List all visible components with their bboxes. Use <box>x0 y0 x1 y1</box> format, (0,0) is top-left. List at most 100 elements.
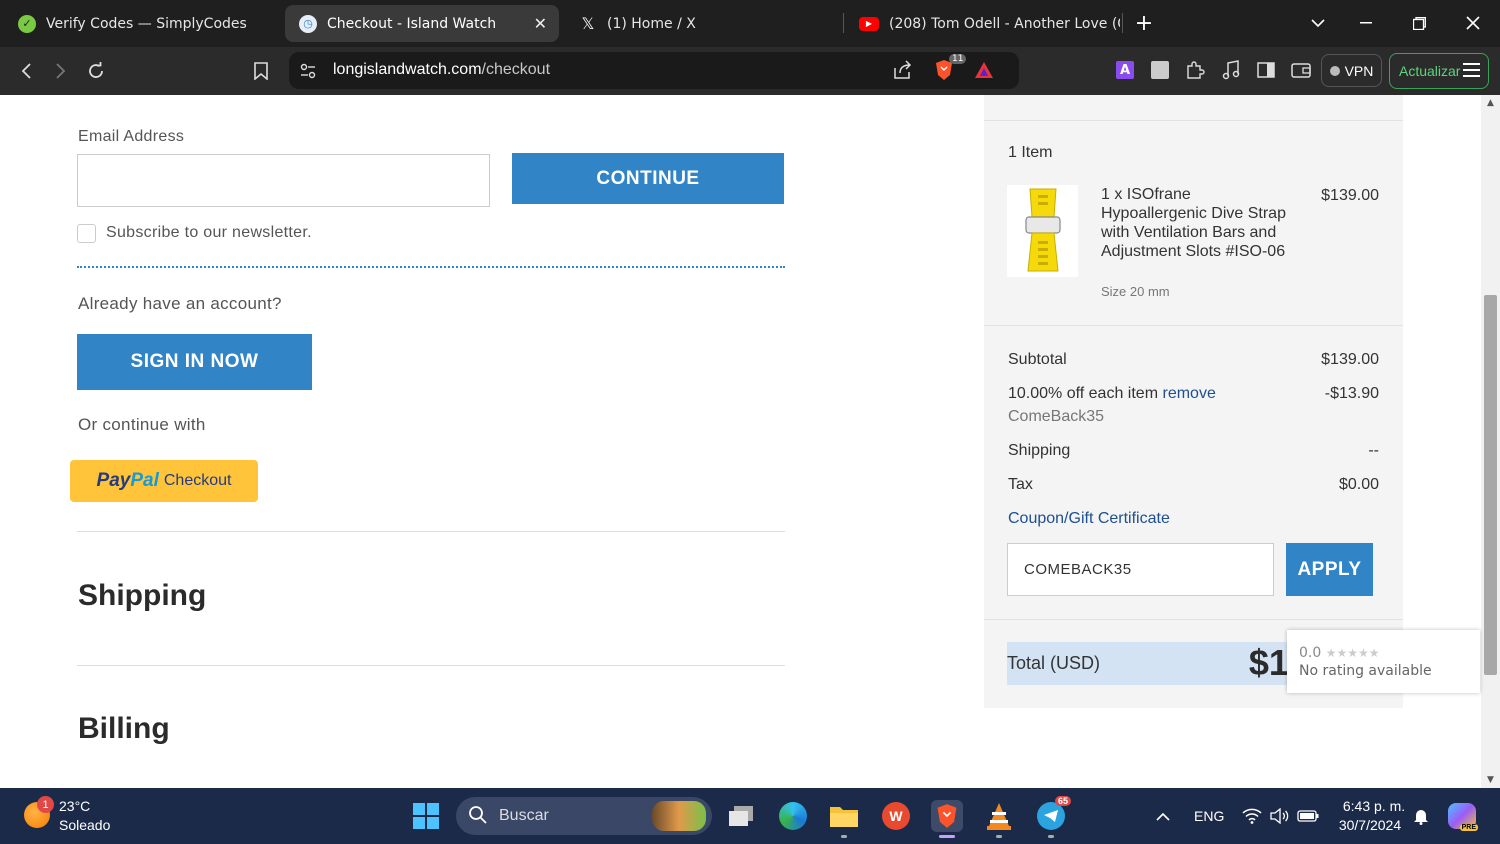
taskbar-search[interactable]: Buscar <box>456 797 712 835</box>
active-indicator <box>939 835 955 838</box>
tab-title: Checkout - Island Watch <box>327 15 497 32</box>
coupon-toggle-link[interactable]: Coupon/Gift Certificate <box>1008 510 1170 528</box>
copilot-icon[interactable]: PRE <box>1446 800 1478 832</box>
tab-title: Verify Codes — SimplyCodes <box>46 15 247 32</box>
tab-simplycodes[interactable]: ✓ Verify Codes — SimplyCodes <box>4 5 279 42</box>
bookmark-icon[interactable] <box>247 57 275 85</box>
notification-bell-icon[interactable] <box>1405 800 1437 832</box>
tab-x-home[interactable]: 𝕏 (1) Home / X <box>565 5 840 42</box>
share-icon[interactable] <box>891 59 913 81</box>
product-size: Size 20 mm <box>1101 284 1170 299</box>
address-bar[interactable]: longislandwatch.com/checkout 11 <box>289 52 1019 89</box>
media-music-icon[interactable] <box>1220 59 1242 81</box>
shipping-label: Shipping <box>1008 442 1071 459</box>
divider <box>77 531 785 532</box>
scroll-up-icon[interactable]: ▲ <box>1481 95 1500 111</box>
browser-toolbar: longislandwatch.com/checkout 11 A VPN Ac… <box>0 47 1500 95</box>
shipping-heading[interactable]: Shipping <box>78 579 206 613</box>
tab-search-icon[interactable] <box>1304 10 1332 36</box>
windows-start-icon[interactable] <box>410 800 442 832</box>
section-divider <box>77 266 785 268</box>
tab-youtube[interactable]: ▶ (208) Tom Odell - Another Love (Offi <box>845 5 1120 42</box>
remove-discount-link[interactable]: remove <box>1162 385 1215 402</box>
paypal-checkout-button[interactable]: Pay Pal Checkout <box>70 460 258 502</box>
search-placeholder: Buscar <box>499 807 549 824</box>
running-indicator <box>996 835 1002 838</box>
sign-in-button[interactable]: SIGN IN NOW <box>77 334 312 390</box>
item-count: 1 Item <box>1008 144 1053 161</box>
discount-code: ComeBack35 <box>1008 408 1105 425</box>
summary-divider <box>984 120 1403 121</box>
clock-time[interactable]: 6:43 p. m. <box>1339 798 1409 814</box>
vpn-button[interactable]: VPN <box>1321 54 1382 87</box>
task-view-icon[interactable] <box>725 800 757 832</box>
telegram-icon[interactable]: 65 <box>1035 796 1071 838</box>
language-indicator[interactable]: ENG <box>1194 808 1224 824</box>
running-indicator <box>841 835 847 838</box>
brave-shields-count: 11 <box>949 54 967 64</box>
rating-text: No rating available <box>1299 663 1432 679</box>
back-icon[interactable] <box>12 57 40 85</box>
rating-score: 0.0 <box>1299 645 1322 661</box>
restore-icon[interactable] <box>1405 10 1433 36</box>
sidebar-icon[interactable] <box>1255 59 1277 81</box>
subtotal-value: $139.00 <box>1321 351 1379 368</box>
minimize-icon[interactable] <box>1352 10 1380 36</box>
update-label: Actualizar <box>1399 63 1461 79</box>
tax-value: $0.00 <box>1338 476 1379 493</box>
new-tab-button[interactable]: + <box>1130 10 1158 36</box>
extensions-puzzle-icon[interactable] <box>1184 59 1206 81</box>
brave-rewards-icon[interactable] <box>973 59 995 81</box>
edge-browser-icon[interactable] <box>777 800 809 832</box>
scroll-down-icon[interactable]: ▼ <box>1481 772 1500 788</box>
rating-widget[interactable]: 0.0 ★★★★★ No rating available <box>1287 630 1480 693</box>
url-text[interactable]: longislandwatch.com/checkout <box>333 61 550 79</box>
extension-a-icon[interactable]: A <box>1114 59 1136 81</box>
billing-heading[interactable]: Billing <box>78 712 170 746</box>
office-app-icon[interactable]: W <box>880 800 912 832</box>
email-label: Email Address <box>78 128 185 145</box>
weather-condition: Soleado <box>59 817 111 833</box>
clock-date[interactable]: 30/7/2024 <box>1335 817 1405 833</box>
youtube-icon: ▶ <box>859 16 879 31</box>
checkout-page: Email Address CONTINUE Subscribe to our … <box>0 95 1481 788</box>
forward-icon[interactable] <box>47 57 75 85</box>
reload-icon[interactable] <box>82 57 110 85</box>
tax-label: Tax <box>1008 476 1033 493</box>
weather-badge: 1 <box>37 796 54 813</box>
search-highlight-image <box>652 801 706 831</box>
scroll-thumb[interactable] <box>1484 295 1497 675</box>
show-hidden-icons[interactable] <box>1147 800 1179 832</box>
email-field[interactable] <box>77 154 490 207</box>
brave-browser-icon[interactable] <box>931 800 963 838</box>
coupon-field[interactable] <box>1007 543 1274 596</box>
rating-stars-icon: ★★★★★ <box>1325 646 1380 660</box>
windows-taskbar: 1 23°C Soleado Buscar W 65 ENG 6:43 p. m… <box>0 788 1500 844</box>
total-label: Total (USD) <box>1007 653 1101 673</box>
vpn-status-icon <box>1329 65 1340 76</box>
newsletter-checkbox[interactable] <box>77 224 96 243</box>
file-explorer-icon[interactable] <box>828 800 860 838</box>
paypal-logo-pal: Pal <box>130 470 159 491</box>
close-window-icon[interactable] <box>1459 10 1487 36</box>
url-domain: longislandwatch.com <box>333 61 482 78</box>
vpn-label: VPN <box>1344 62 1374 79</box>
temperature: 23°C <box>59 798 91 814</box>
vlc-icon[interactable] <box>983 800 1015 838</box>
update-button[interactable]: Actualizar <box>1389 53 1489 89</box>
apply-coupon-button[interactable]: APPLY <box>1286 543 1373 596</box>
url-path: /checkout <box>481 61 551 78</box>
or-continue-text: Or continue with <box>78 415 206 434</box>
wallet-icon[interactable] <box>1290 59 1312 81</box>
battery-icon[interactable] <box>1292 800 1324 832</box>
product-image <box>1007 185 1078 277</box>
running-indicator <box>1048 835 1054 838</box>
extension-image-icon[interactable] <box>1149 59 1171 81</box>
close-tab-icon[interactable]: ✕ <box>534 14 547 33</box>
menu-icon <box>1463 63 1480 81</box>
page-scrollbar[interactable]: ▲ ▼ <box>1481 95 1500 788</box>
continue-button[interactable]: CONTINUE <box>512 153 784 204</box>
site-settings-icon[interactable] <box>297 60 319 82</box>
tab-island-watch[interactable]: ◷ Checkout - Island Watch ✕ <box>285 5 559 42</box>
tab-divider <box>1122 13 1123 33</box>
